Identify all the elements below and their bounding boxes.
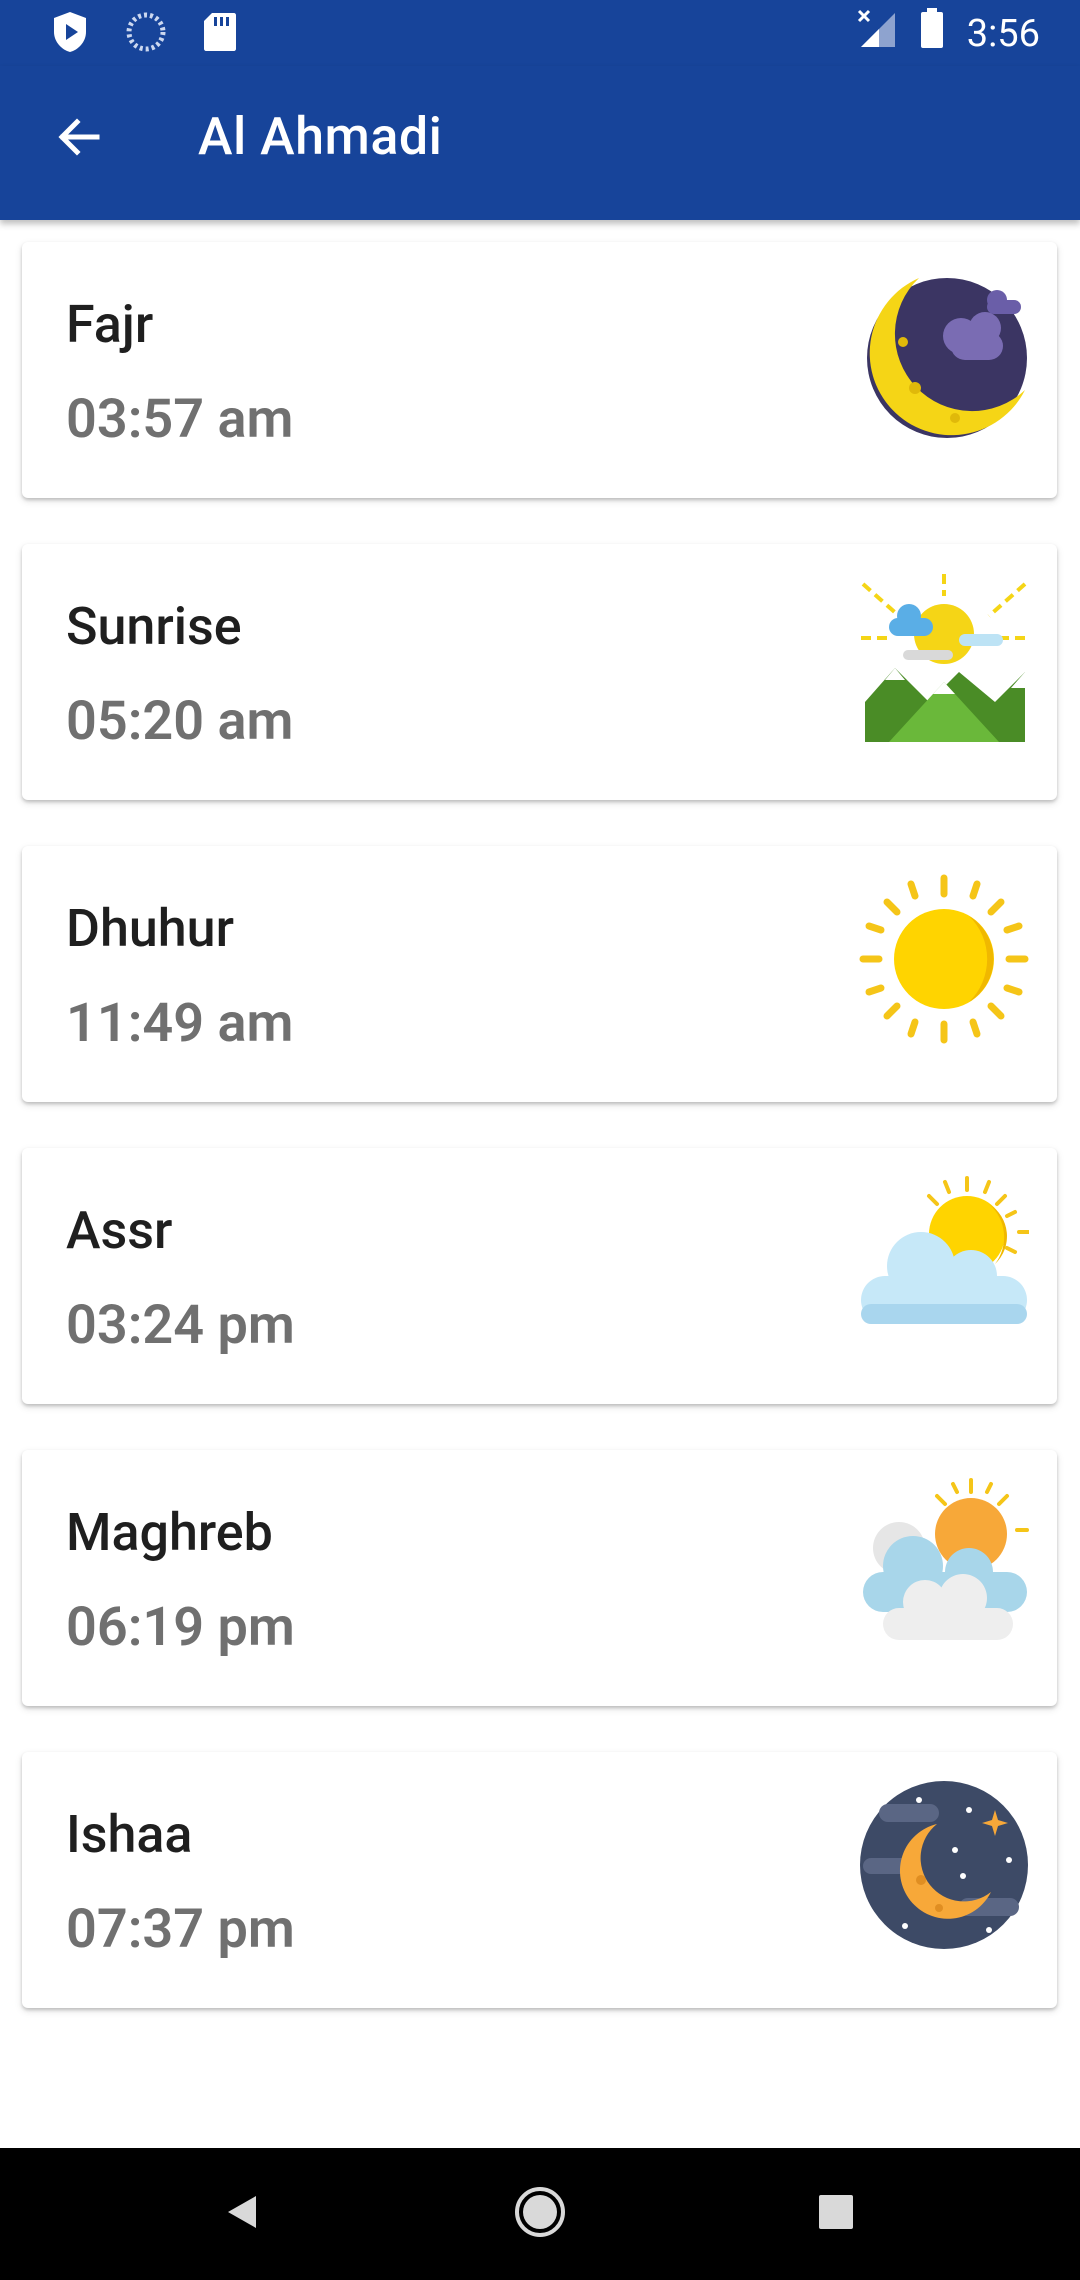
prayer-card-assr[interactable]: Assr 03:24 pm [22, 1148, 1057, 1404]
shield-icon [50, 10, 90, 58]
back-button[interactable] [44, 104, 114, 174]
prayer-card-maghreb[interactable]: Maghreb 06:19 pm [22, 1450, 1057, 1706]
prayer-name: Maghreb [66, 1502, 273, 1563]
prayer-time: 07:37 pm [66, 1898, 295, 1961]
prayer-card-sunrise[interactable]: Sunrise 05:20 am [22, 544, 1057, 800]
prayer-name: Dhuhur [66, 898, 234, 959]
nav-recents-icon [817, 2193, 855, 2235]
prayer-card-fajr[interactable]: Fajr 03:57 am [22, 242, 1057, 498]
night-moon-icon [859, 1780, 1029, 1950]
prayer-time: 05:20 am [66, 690, 294, 753]
prayer-time: 06:19 pm [66, 1596, 295, 1659]
app-bar: Al Ahmadi [0, 66, 1080, 220]
prayer-name: Sunrise [66, 596, 242, 657]
prayer-name: Assr [66, 1200, 173, 1261]
status-left-icons [50, 10, 238, 58]
arrow-left-icon [55, 113, 103, 165]
nav-home-button[interactable] [470, 2148, 610, 2280]
sd-card-icon [202, 11, 238, 57]
battery-icon [919, 8, 945, 60]
nav-back-button[interactable] [172, 2148, 312, 2280]
page-title: Al Ahmadi [198, 106, 443, 167]
sunrise-mountains-icon [859, 572, 1029, 742]
prayer-time: 03:24 pm [66, 1294, 295, 1357]
sun-icon [859, 874, 1029, 1044]
prayer-name: Ishaa [66, 1804, 193, 1865]
prayer-name: Fajr [66, 294, 154, 355]
prayer-time: 11:49 am [66, 992, 294, 1055]
status-bar: 3:56 [0, 0, 1080, 66]
system-nav-bar [0, 2148, 1080, 2280]
moon-clouds-icon [859, 270, 1029, 440]
nav-back-icon [222, 2192, 262, 2236]
prayer-card-ishaa[interactable]: Ishaa 07:37 pm [22, 1752, 1057, 2008]
sync-icon [126, 12, 166, 56]
prayer-list: Fajr 03:57 am Sunrise 05:20 am Dhuhur 11… [0, 220, 1080, 2030]
sun-cloud-icon [859, 1176, 1031, 1346]
prayer-time: 03:57 am [66, 388, 294, 451]
prayer-card-dhuhur[interactable]: Dhuhur 11:49 am [22, 846, 1057, 1102]
nav-home-icon [513, 2185, 567, 2243]
status-right: 3:56 [857, 8, 1040, 60]
nav-recents-button[interactable] [766, 2148, 906, 2280]
sun-clouds-icon [859, 1478, 1029, 1648]
signal-icon [857, 9, 897, 59]
status-time: 3:56 [966, 12, 1040, 56]
